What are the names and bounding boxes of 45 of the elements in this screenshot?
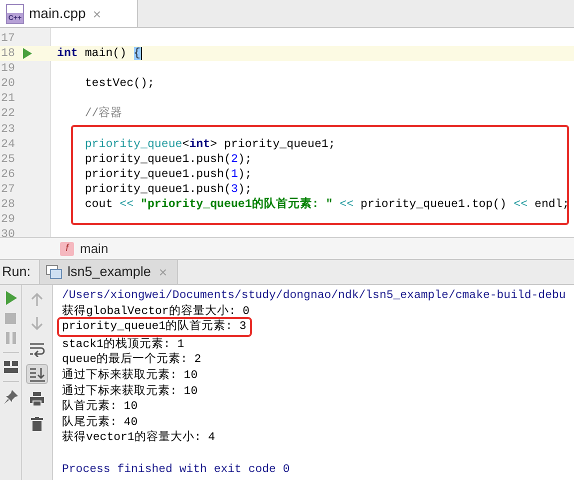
exit-message: Process finished with exit code 0: [62, 462, 290, 478]
run-tab[interactable]: lsn5_example ×: [38, 260, 178, 284]
line-number: 23: [0, 122, 16, 137]
line-number: 20: [0, 76, 16, 92]
output-line: 通过下标来获取元素: 10: [62, 384, 198, 400]
code-line: priority_queue<int> priority_queue1;: [84, 138, 336, 151]
output-line: 队首元素: 10: [62, 399, 138, 415]
code-line: priority_queue1.push(3);: [84, 182, 252, 196]
line-number: 30: [0, 227, 16, 237]
line-number: 24: [0, 136, 16, 152]
output-line: 通过下标来获取元素: 10: [62, 368, 198, 384]
code-line: //容器: [84, 107, 123, 120]
line-number: 22: [0, 106, 16, 122]
function-icon: f: [60, 242, 74, 256]
line-number: 28: [0, 197, 16, 212]
output-line: 队尾元素: 40: [62, 414, 138, 430]
code-line: priority_queue1.push(1);: [84, 168, 252, 181]
output-line: queue的最后一个元素: 2: [62, 352, 202, 368]
line-number: 19: [0, 61, 16, 76]
layout-icon[interactable]: [4, 361, 18, 373]
code-line: priority_queue1.push(2);: [84, 152, 252, 166]
code-line: testVec();: [84, 77, 154, 90]
scroll-to-end-icon[interactable]: [26, 364, 48, 384]
code-line: cout << "priority_queue1的队首元素: " << priority_queue1.top() << endl;: [84, 198, 570, 212]
tab-label: main.cpp: [29, 4, 86, 23]
line-number: 18: [0, 46, 16, 62]
output-line: 获得globalVector的容量大小: 0: [62, 304, 250, 320]
line-number: 29: [0, 212, 16, 228]
path-text: /Users/xiongwei/Documents/study/dongnao/ndk/lsn5_example/cmake-build-debu: [62, 288, 566, 304]
breadcrumb-item[interactable]: main: [80, 238, 108, 258]
run-icon[interactable]: [22, 48, 32, 60]
run-icon[interactable]: [4, 291, 16, 305]
line-number: 17: [0, 31, 16, 46]
output-line: stack1的栈顶元素: 1: [62, 336, 184, 352]
code-line: int main() {: [57, 47, 142, 60]
panel-title: Run:: [1, 262, 32, 281]
line-number: 21: [0, 91, 16, 106]
window-icon: [46, 265, 62, 279]
line-number: 27: [0, 182, 16, 198]
pin-icon[interactable]: [4, 390, 18, 404]
line-number: 25: [0, 152, 16, 167]
output-line: 获得vector1的容量大小: 4: [62, 430, 216, 446]
line-number: 26: [0, 166, 16, 182]
tab-label: lsn5_example: [68, 262, 151, 281]
output-line: priority_queue1的队首元素: 3: [59, 319, 250, 335]
